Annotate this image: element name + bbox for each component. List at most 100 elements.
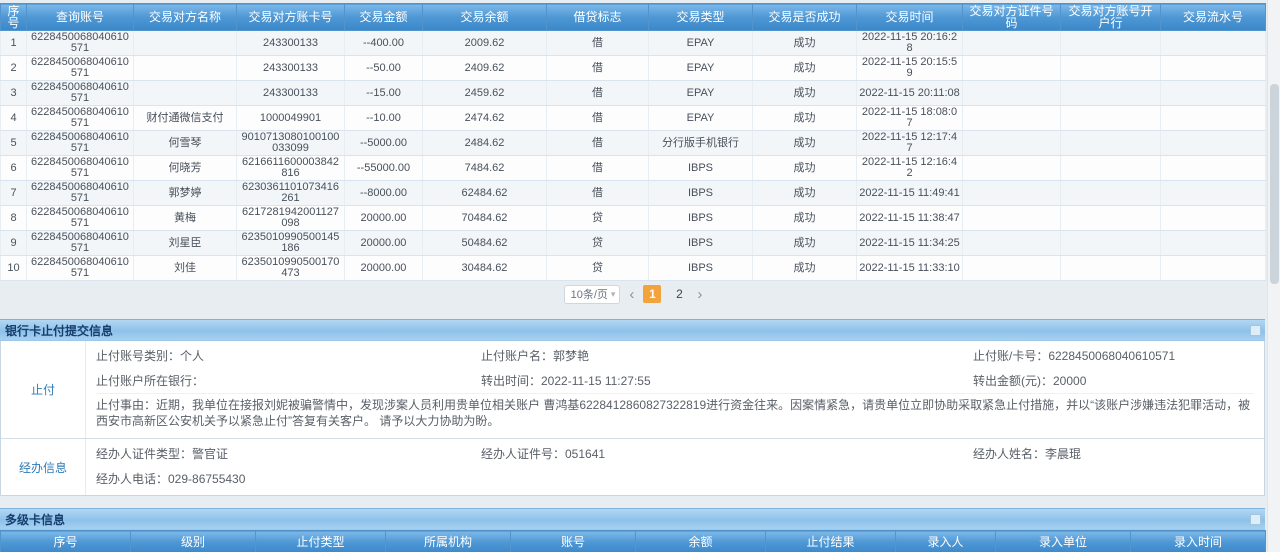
- table-cell: IBPS: [649, 231, 753, 256]
- table-row: 66228450068040610571何晓芳62166116000038428…: [1, 156, 1266, 181]
- table-cell: 2459.62: [423, 81, 547, 106]
- agent-info-group-label: 经办信息: [1, 439, 86, 495]
- table-cell: [963, 206, 1061, 231]
- table-cell: [963, 106, 1061, 131]
- table-cell: [1061, 256, 1161, 281]
- table-cell: [1061, 81, 1161, 106]
- table-cell: 2022-11-15 20:11:08: [857, 81, 963, 106]
- table-row: 56228450068040610571何雪琴90107130801001000…: [1, 131, 1266, 156]
- collapse-icon[interactable]: [1250, 514, 1261, 525]
- table-cell: 成功: [753, 56, 857, 81]
- column-header: 交易是否成功: [753, 4, 857, 31]
- chevron-down-icon: ▾: [611, 290, 616, 299]
- table-cell: 贷: [547, 256, 649, 281]
- table-cell: 10: [1, 256, 27, 281]
- table-cell: [1161, 31, 1266, 56]
- table-cell: 243300133: [237, 31, 345, 56]
- table-cell: 8: [1, 206, 27, 231]
- table-cell: 2022-11-15 18:08:07: [857, 106, 963, 131]
- table-cell: 郭梦婷: [134, 181, 237, 206]
- table-cell: 借: [547, 156, 649, 181]
- column-header: 录入时间: [1131, 531, 1266, 552]
- table-cell: [1161, 256, 1266, 281]
- multi-card-header-row: 序号级别止付类型所属机构账号余额止付结果录入人录入单位录入时间: [1, 531, 1266, 552]
- table-cell: [1161, 106, 1266, 131]
- table-cell: 分行版手机银行: [649, 131, 753, 156]
- field-stop-account-name: 止付账户名：郭梦艳: [481, 347, 973, 364]
- vertical-scrollbar[interactable]: [1267, 0, 1280, 552]
- prev-page-button[interactable]: ‹: [629, 287, 634, 302]
- table-row: 86228450068040610571黄梅621728194200112709…: [1, 206, 1266, 231]
- next-page-button[interactable]: ›: [697, 287, 702, 302]
- table-cell: [963, 81, 1061, 106]
- page-button-1[interactable]: 1: [643, 285, 661, 303]
- field-transfer-time: 转出时间：2022-11-15 11:27:55: [481, 372, 973, 389]
- table-cell: --15.00: [345, 81, 423, 106]
- column-header: 交易流水号: [1161, 4, 1266, 31]
- table-cell: 6228450068040610571: [27, 106, 134, 131]
- table-cell: [134, 81, 237, 106]
- table-cell: 9: [1, 231, 27, 256]
- table-cell: [1161, 131, 1266, 156]
- table-cell: [963, 181, 1061, 206]
- table-cell: [1061, 131, 1161, 156]
- column-header: 录入人: [896, 531, 996, 552]
- field-stop-account-category: 止付账号类别：个人: [96, 347, 481, 364]
- table-cell: IBPS: [649, 206, 753, 231]
- table-cell: 243300133: [237, 81, 345, 106]
- table-row: 76228450068040610571郭梦婷62303611010734162…: [1, 181, 1266, 206]
- table-cell: [134, 31, 237, 56]
- table-cell: --10.00: [345, 106, 423, 131]
- page-size-select[interactable]: 10条/页 ▾: [564, 285, 621, 304]
- table-cell: 成功: [753, 131, 857, 156]
- table-cell: 2022-11-15 12:16:42: [857, 156, 963, 181]
- stop-payment-section-header: 银行卡止付提交信息: [0, 319, 1265, 341]
- table-cell: --5000.00: [345, 131, 423, 156]
- table-cell: 9010713080100100033099: [237, 131, 345, 156]
- table-cell: 7484.62: [423, 156, 547, 181]
- collapse-icon[interactable]: [1250, 325, 1261, 336]
- column-header: 序号: [1, 531, 131, 552]
- table-cell: 黄梅: [134, 206, 237, 231]
- multi-card-section-header: 多级卡信息: [0, 508, 1265, 530]
- table-cell: EPAY: [649, 31, 753, 56]
- transactions-header-row: 序号查询账号交易对方名称交易对方账卡号交易金额交易余额借贷标志交易类型交易是否成…: [1, 4, 1266, 31]
- table-cell: 2484.62: [423, 131, 547, 156]
- table-cell: 4: [1, 106, 27, 131]
- stop-reason-text: 止付事由：近期，我单位在接报刘妮被骗警情中，发现涉案人员利用贵单位相关账户 曹鸿…: [96, 393, 1254, 434]
- table-cell: 6228450068040610571: [27, 81, 134, 106]
- field-agent-phone: 经办人电话：029-86755430: [96, 470, 481, 487]
- column-header: 交易对方账卡号: [237, 4, 345, 31]
- scrollbar-thumb[interactable]: [1270, 84, 1279, 284]
- column-header: 交易对方名称: [134, 4, 237, 31]
- table-cell: 成功: [753, 181, 857, 206]
- table-cell: 62484.62: [423, 181, 547, 206]
- multi-card-table: 序号级别止付类型所属机构账号余额止付结果录入人录入单位录入时间 1一级第三方止付…: [0, 530, 1266, 552]
- table-cell: 6235010990500145186: [237, 231, 345, 256]
- table-cell: 刘佳: [134, 256, 237, 281]
- column-header: 账号: [511, 531, 636, 552]
- table-cell: 1: [1, 31, 27, 56]
- table-cell: 1000049901: [237, 106, 345, 131]
- page-button-2[interactable]: 2: [670, 285, 688, 303]
- table-cell: 成功: [753, 231, 857, 256]
- table-cell: 2022-11-15 20:15:59: [857, 56, 963, 81]
- field-agent-id-number: 经办人证件号：051641: [481, 445, 973, 462]
- column-header: 交易时间: [857, 4, 963, 31]
- page-size-label: 10条/页: [571, 286, 608, 302]
- column-header: 交易金额: [345, 4, 423, 31]
- field-transfer-amount: 转出金额(元)：20000: [973, 372, 1254, 389]
- table-cell: 70484.62: [423, 206, 547, 231]
- table-cell: 贷: [547, 231, 649, 256]
- table-cell: [963, 256, 1061, 281]
- field-stop-account-bank: 止付账户所在银行：: [96, 372, 481, 389]
- table-cell: 6230361101073416261: [237, 181, 345, 206]
- field-agent-id-type: 经办人证件类型：警官证: [96, 445, 481, 462]
- table-cell: 6216611600003842816: [237, 156, 345, 181]
- table-cell: 2022-11-15 12:17:47: [857, 131, 963, 156]
- stop-payment-group-label: 止付: [1, 341, 86, 438]
- table-cell: 2022-11-15 20:16:28: [857, 31, 963, 56]
- stop-payment-group: 止付 止付账号类别：个人 止付账户名：郭梦艳 止付账/卡号：6228450068…: [1, 341, 1264, 438]
- table-cell: 借: [547, 131, 649, 156]
- table-cell: 6228450068040610571: [27, 206, 134, 231]
